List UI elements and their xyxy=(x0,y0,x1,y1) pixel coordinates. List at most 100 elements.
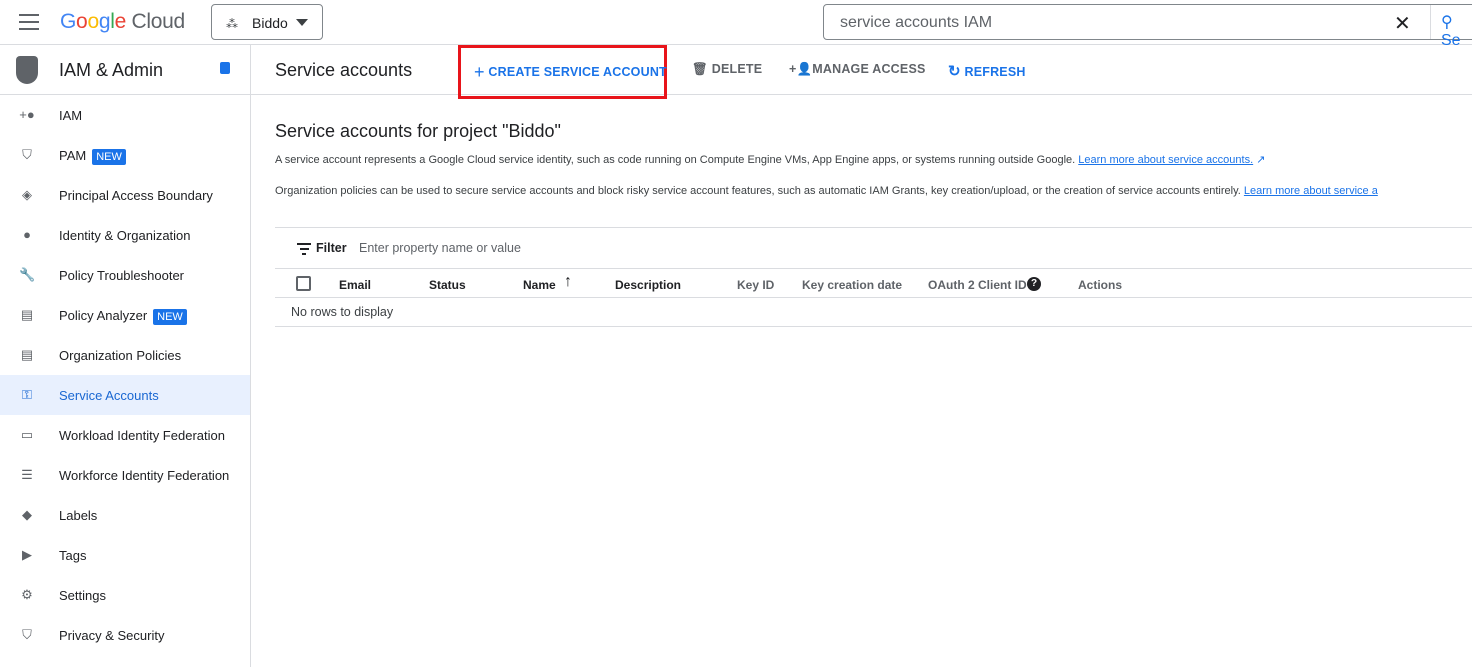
refresh-icon: ↻ xyxy=(948,63,961,80)
column-actions: Actions xyxy=(1078,278,1123,292)
sidebar-item-policy-analyzer[interactable]: ▤ Policy Analyzer NEW xyxy=(0,295,250,335)
sidebar-item-label: Workforce Identity Federation xyxy=(59,468,230,483)
sidebar-item-tags[interactable]: ▶ Tags xyxy=(0,535,250,575)
trash-icon: 🗑 xyxy=(692,62,709,76)
sidebar-item-label: Labels xyxy=(59,508,98,523)
refresh-button[interactable]: ↻ REFRESH xyxy=(948,62,1026,80)
account-circle-icon: ● xyxy=(23,227,31,242)
delete-button[interactable]: 🗑 DELETE xyxy=(692,62,762,77)
refresh-label: REFRESH xyxy=(964,65,1026,79)
learn-more-link-2[interactable]: Learn more about service a xyxy=(1244,185,1378,197)
help-icon[interactable]: ? xyxy=(1027,277,1041,291)
sort-ascending-icon[interactable]: ↑ xyxy=(564,273,572,291)
sidebar-item-settings[interactable]: ⚙ Settings xyxy=(0,575,250,615)
sidebar-item-policy-troubleshooter[interactable]: 🔧 Policy Troubleshooter xyxy=(0,255,250,295)
google-cloud-logo[interactable]: Google Cloud xyxy=(60,10,185,34)
chevron-down-icon xyxy=(296,19,308,26)
sidebar-item-label: Workload Identity Federation xyxy=(59,428,225,443)
policy-icon: ◈ xyxy=(22,187,32,202)
shield-icon: ⛉ xyxy=(22,147,32,162)
sidebar: IAM & Admin +● IAM ⛉ PAM NEW ◈ Principal Acces… xyxy=(0,45,251,667)
column-oauth-client-id: OAuth 2 Client ID xyxy=(928,278,1027,292)
filter-label: Filter xyxy=(316,241,347,255)
sidebar-item-privacy-security[interactable]: ⛉ Privacy & Security xyxy=(0,615,250,655)
filter-bar[interactable]: Filter Enter property name or value xyxy=(275,227,1472,269)
search-input[interactable]: service accounts IAM ✕ ⚲ Se xyxy=(823,4,1472,49)
sidebar-item-workload-identity-federation[interactable]: ▭ Workload Identity Federation xyxy=(0,415,250,455)
service-account-icon: ⚿ xyxy=(22,387,32,402)
manage-label: MANAGE ACCESS xyxy=(812,62,926,76)
sidebar-item-label: Service Accounts xyxy=(59,388,159,403)
id-card-icon: ▭ xyxy=(20,427,34,442)
sidebar-item-label: PAM xyxy=(59,148,87,163)
list-icon: ☰ xyxy=(21,467,33,482)
person-add-icon: +● xyxy=(19,107,35,122)
sidebar-item-service-accounts[interactable]: ⚿ Service Accounts xyxy=(0,375,250,415)
plus-icon: + xyxy=(474,62,485,82)
filter-input[interactable]: Enter property name or value xyxy=(359,241,521,255)
sidebar-item-pam[interactable]: ⛉ PAM NEW xyxy=(0,135,250,175)
create-service-account-button[interactable]: + CREATE SERVICE ACCOUNT xyxy=(474,62,667,83)
project-name: Biddo xyxy=(252,15,288,31)
sidebar-item-workforce-identity-federation[interactable]: ☰ Workforce Identity Federation xyxy=(0,455,250,495)
column-key-creation-date: Key creation date xyxy=(802,278,903,292)
wrench-icon: 🔧 xyxy=(19,267,36,282)
learn-more-link[interactable]: Learn more about service accounts. xyxy=(1078,154,1253,166)
project-icon: ⁂ xyxy=(226,17,238,31)
column-email[interactable]: Email xyxy=(339,278,371,292)
sidebar-item-label: Identity & Organization xyxy=(59,228,191,243)
description-2: Organization policies can be used to sec… xyxy=(275,185,1378,197)
manage-access-button[interactable]: +👤MANAGE ACCESS xyxy=(789,62,926,77)
sidebar-item-identity-organization[interactable]: ● Identity & Organization xyxy=(0,215,250,255)
sidebar-item-principal-access-boundary[interactable]: ◈ Principal Access Boundary xyxy=(0,175,250,215)
sidebar-item-label: Organization Policies xyxy=(59,348,182,363)
sidebar-header: IAM & Admin xyxy=(0,45,250,95)
column-status[interactable]: Status xyxy=(429,278,466,292)
label-arrow-icon: ▶ xyxy=(22,547,32,562)
sidebar-item-label: Principal Access Boundary xyxy=(59,188,213,203)
sidebar-item-labels[interactable]: ◆ Labels xyxy=(0,495,250,535)
list-doc-icon: ▤ xyxy=(20,347,34,362)
create-label: CREATE SERVICE ACCOUNT xyxy=(488,65,667,79)
column-key-id: Key ID xyxy=(737,278,775,292)
filter-icon xyxy=(297,243,311,258)
column-description[interactable]: Description xyxy=(615,278,681,292)
new-badge: NEW xyxy=(92,149,126,165)
delete-label: DELETE xyxy=(711,62,763,76)
new-badge: NEW xyxy=(153,309,187,325)
external-link-icon: ↗ xyxy=(1256,154,1266,166)
pin-icon[interactable] xyxy=(220,62,230,74)
sidebar-item-label: IAM xyxy=(59,108,83,123)
main-content: Service accounts + CREATE SERVICE ACCOUN… xyxy=(251,45,1472,667)
sidebar-item-label: Privacy & Security xyxy=(59,628,165,643)
search-button[interactable]: ⚲ Se xyxy=(1430,5,1472,49)
tag-icon: ◆ xyxy=(22,507,32,522)
table-header: Email Status Name ↑ Description Key ID K… xyxy=(275,268,1472,298)
sidebar-title: IAM & Admin xyxy=(59,60,164,80)
sidebar-item-label: Tags xyxy=(59,548,87,563)
shield-icon: ⛉ xyxy=(22,627,32,642)
sidebar-item-label: Policy Troubleshooter xyxy=(59,268,185,283)
gear-icon: ⚙ xyxy=(21,587,33,602)
menu-icon[interactable] xyxy=(19,14,39,30)
search-value: service accounts IAM xyxy=(840,14,993,31)
clear-search-icon[interactable]: ✕ xyxy=(1394,11,1411,36)
toolbar: Service accounts + CREATE SERVICE ACCOUN… xyxy=(251,45,1472,99)
sidebar-item-label: Settings xyxy=(59,588,106,603)
sidebar-item-iam[interactable]: +● IAM xyxy=(0,95,250,135)
sidebar-item-label: Policy Analyzer xyxy=(59,308,148,323)
description-1-text: A service account represents a Google Cl… xyxy=(275,154,1076,166)
empty-table-message: No rows to display xyxy=(275,298,1472,327)
document-search-icon: ▤ xyxy=(20,307,34,322)
page-title: Service accounts xyxy=(275,60,413,80)
description-2-text: Organization policies can be used to sec… xyxy=(275,185,1241,197)
select-all-checkbox[interactable] xyxy=(296,276,311,291)
iam-shield-icon xyxy=(16,56,38,84)
section-heading: Service accounts for project "Biddo" xyxy=(275,121,561,141)
project-selector[interactable]: ⁂ Biddo xyxy=(211,4,323,40)
person-add-icon: +👤 xyxy=(789,62,813,76)
sidebar-item-organization-policies[interactable]: ▤ Organization Policies xyxy=(0,335,250,375)
description-1: A service account represents a Google Cl… xyxy=(275,153,1265,166)
column-name[interactable]: Name xyxy=(523,278,556,292)
top-bar: Google Cloud ⁂ Biddo service accounts IAM… xyxy=(0,0,1472,49)
